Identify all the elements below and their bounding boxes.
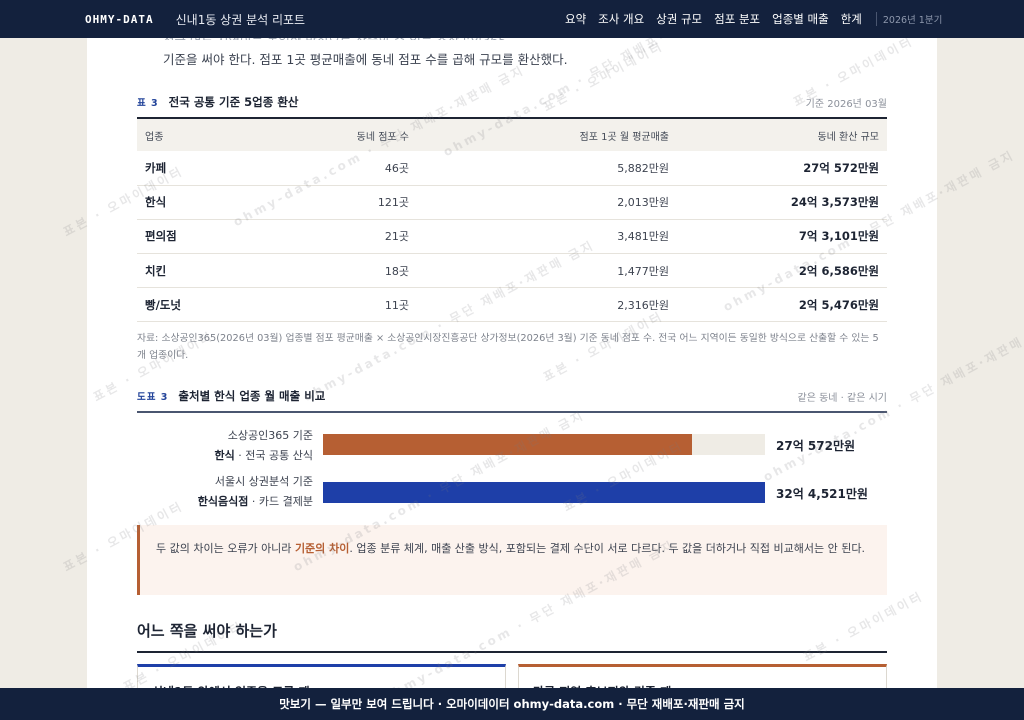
cell-industry: 빵/도넛: [137, 287, 287, 323]
bar-label-industry: 한식음식점: [197, 495, 249, 508]
chart-tag: 도표 3: [137, 392, 169, 403]
callout-box: 두 값의 차이는 오류가 아니라 기준의 차이. 업종 분류 체계, 매출 산출…: [137, 525, 887, 595]
cell-industry: 치킨: [137, 253, 287, 289]
callout-text-before: 두 값의 차이는 오류가 아니라: [156, 542, 295, 555]
chart-note: 같은 동네 · 같은 시기: [797, 392, 888, 404]
nav-divider: [875, 12, 877, 26]
cell-store-count: 11곳: [287, 287, 417, 323]
cell-store-count: 121곳: [287, 185, 417, 220]
cell-avg-sales: 5,882만원: [417, 151, 677, 186]
cell-local-scale: 24억 3,573만원: [677, 185, 887, 220]
bar-label-method: · 카드 결제분: [248, 495, 313, 508]
table-note: 기준 2026년 03월: [805, 98, 887, 110]
cell-store-count: 18곳: [287, 253, 417, 289]
callout-highlight: 기준의 차이: [294, 542, 350, 555]
preview-footer-banner: 맛보기 — 일부만 보여 드립니다 · 오마이데이터 ohmy-data.com…: [0, 688, 1024, 720]
chart-header-rule: [137, 411, 887, 413]
bar-label-source: 소상공인365 기준: [227, 429, 313, 442]
cell-avg-sales: 1,477만원: [417, 253, 677, 289]
cell-avg-sales: 3,481만원: [417, 219, 677, 255]
bar-label-industry: 한식: [214, 449, 235, 462]
nav-item-limits[interactable]: 한계: [841, 11, 862, 27]
table-row: 빵/도넛 11곳 2,316만원 2억 5,476만원: [137, 287, 887, 323]
table-tag: 표 3: [137, 98, 159, 109]
table-source-note: 자료: 소상공인365(2026년 03월) 업종별 점포 평균매출 × 소상공…: [137, 333, 879, 361]
cell-local-scale: 27억 572만원: [677, 151, 887, 186]
nav-item-store-distribution[interactable]: 점포 분포: [714, 11, 760, 27]
col-avg-sales: 점포 1곳 월 평균매출: [417, 118, 677, 151]
bar-fill: [323, 434, 692, 455]
bar-track: [323, 434, 765, 455]
bar-track: [323, 482, 765, 503]
cell-local-scale: 7억 3,101만원: [677, 219, 887, 255]
table-row: 치킨 18곳 1,477만원 2억 6,586만원: [137, 253, 887, 289]
table-header-row: 업종 동네 점포 수 점포 1곳 월 평균매출 동네 환산 규모: [137, 118, 887, 151]
chart-section-header: 도표 3 출처별 한식 업종 월 매출 비교 같은 동네 · 같은 시기: [137, 385, 887, 407]
bar-label-method: · 전국 공통 산식: [234, 449, 313, 462]
cell-industry: 카페: [137, 151, 287, 186]
col-industry: 업종: [137, 118, 287, 151]
cell-local-scale: 2억 6,586만원: [677, 253, 887, 289]
footer-text: 맛보기 — 일부만 보여 드립니다 · 오마이데이터 ohmy-data.com…: [279, 697, 745, 711]
bar-value-label: 27억 572만원: [776, 439, 856, 453]
callout-text-after: . 업종 분류 체계, 매출 산출 방식, 포함되는 결제 수단이 서로 다르다…: [349, 542, 865, 555]
report-title: 신내1동 상권 분석 리포트: [175, 12, 306, 27]
bar-label-2: 서울시 상권분석 기준 한식음식점 · 카드 결제분: [198, 472, 313, 512]
cell-industry: 편의점: [137, 219, 287, 255]
brand-logo[interactable]: OHMY-DATA: [85, 13, 154, 26]
col-store-count: 동네 점포 수: [287, 118, 417, 151]
nav-item-sales-by-industry[interactable]: 업종별 매출: [772, 11, 829, 27]
bar-fill: [323, 482, 765, 503]
nav-menu: 요약 조사 개요 상권 규모 점포 분포 업종별 매출 한계 2026년 1분기: [565, 0, 942, 38]
nav-item-summary[interactable]: 요약: [565, 11, 586, 27]
cell-store-count: 21곳: [287, 219, 417, 255]
cell-local-scale: 2억 5,476만원: [677, 287, 887, 323]
chart-title: 출처별 한식 업종 월 매출 비교: [178, 389, 326, 403]
cell-store-count: 46곳: [287, 151, 417, 186]
table-row: 카페 46곳 5,882만원 27억 572만원: [137, 151, 887, 186]
nav-date: 2026년 1분기: [882, 15, 943, 26]
industry-scale-table: 업종 동네 점포 수 점포 1곳 월 평균매출 동네 환산 규모 카페 46곳 …: [137, 117, 887, 323]
cell-industry: 한식: [137, 185, 287, 220]
cell-avg-sales: 2,013만원: [417, 185, 677, 220]
cell-avg-sales: 2,316만원: [417, 287, 677, 323]
table-section-header: 표 3 전국 공통 기준 5업종 환산 기준 2026년 03월: [137, 91, 887, 113]
col-local-scale: 동네 환산 규모: [677, 118, 887, 151]
nav-item-market-size[interactable]: 상권 규모: [656, 11, 702, 27]
bar-value-label: 32억 4,521만원: [776, 487, 868, 501]
section-heading: 어느 쪽을 써야 하는가: [137, 622, 277, 640]
top-nav-bar: OHMY-DATA 신내1동 상권 분석 리포트 요약 조사 개요 상권 규모 …: [0, 0, 1024, 38]
table-title: 전국 공통 기준 5업종 환산: [168, 95, 299, 109]
nav-item-overview[interactable]: 조사 개요: [598, 11, 644, 27]
bar-label-1: 소상공인365 기준 한식 · 전국 공통 산식: [215, 426, 313, 466]
bar-label-source: 서울시 상권분석 기준: [214, 475, 313, 488]
table-row: 편의점 21곳 3,481만원 7억 3,101만원: [137, 219, 887, 255]
section-heading-rule: [137, 651, 887, 653]
intro-text: 기준을 써야 한다. 점포 1곳 평균매출에 동네 점포 수를 곱해 규모를 환…: [163, 52, 568, 67]
table-row: 한식 121곳 2,013만원 24억 3,573만원: [137, 185, 887, 220]
